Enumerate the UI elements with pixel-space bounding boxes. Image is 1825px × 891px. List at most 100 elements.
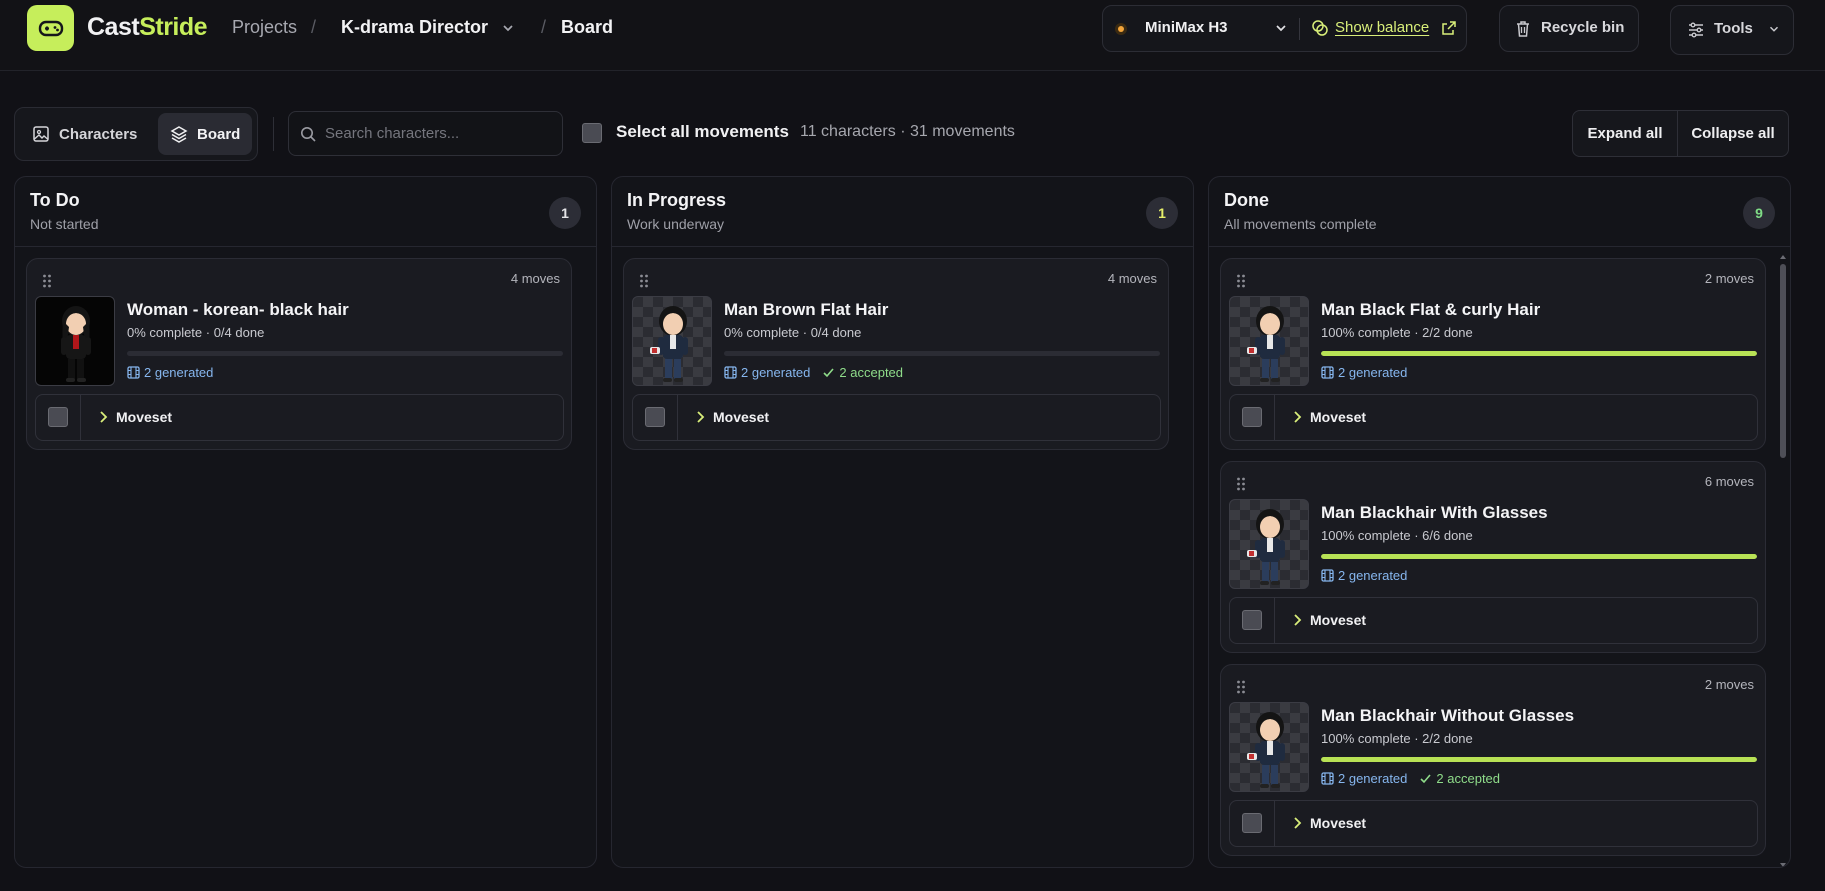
film-icon <box>1321 569 1334 582</box>
film-icon <box>127 366 140 379</box>
expand-all-button[interactable]: Expand all <box>1573 111 1677 156</box>
search-input[interactable] <box>325 112 555 155</box>
character-card[interactable]: 2 moves Man Black Flat & curly Hair 100% … <box>1220 258 1766 450</box>
moveset-label[interactable]: Moveset <box>116 409 172 425</box>
moveset-row[interactable]: Moveset <box>1229 394 1758 441</box>
select-all-checkbox[interactable] <box>582 123 602 143</box>
project-chevron-down-icon[interactable] <box>500 20 516 41</box>
film-icon <box>1321 366 1334 379</box>
select-all-label[interactable]: Select all movements <box>616 122 789 142</box>
moveset-checkbox-cell <box>36 395 81 440</box>
brand-second: Stride <box>139 13 208 41</box>
moveset-checkbox[interactable] <box>48 407 68 427</box>
tab-board[interactable]: Board <box>158 113 252 155</box>
chevron-right-icon[interactable] <box>1290 815 1304 836</box>
moveset-label[interactable]: Moveset <box>713 409 769 425</box>
drag-handle-icon[interactable] <box>1236 274 1246 293</box>
character-name[interactable]: Woman - korean- black hair <box>127 300 349 320</box>
progress-bar-fill <box>1321 351 1757 356</box>
model-status-dot <box>1115 23 1127 35</box>
layers-icon <box>170 125 188 143</box>
woman-character-thumbnail[interactable] <box>35 296 115 386</box>
coins-icon <box>1311 19 1329 42</box>
divider <box>273 117 274 151</box>
moveset-checkbox[interactable] <box>1242 813 1262 833</box>
chevron-right-icon[interactable] <box>1290 409 1304 430</box>
sliders-icon <box>1687 21 1705 44</box>
moveset-row[interactable]: Moveset <box>1229 597 1758 644</box>
board-column: To Do Not started 1 4 moves Woman - korean-… <box>14 176 597 868</box>
generated-count: 2 generated <box>1338 365 1408 380</box>
character-name[interactable]: Man Blackhair Without Glasses <box>1321 706 1574 726</box>
progress-bar <box>127 351 563 356</box>
moveset-checkbox[interactable] <box>1242 407 1262 427</box>
moveset-row[interactable]: Moveset <box>35 394 564 441</box>
drag-handle-icon[interactable] <box>42 274 52 293</box>
character-card[interactable]: 6 moves Man Blackhair With Glasses 100% c… <box>1220 461 1766 653</box>
drag-handle-icon[interactable] <box>1236 477 1246 496</box>
card-stats: 2 generated 2 accepted <box>1321 771 1500 786</box>
recycle-bin-button[interactable]: Recycle bin <box>1499 5 1639 52</box>
character-name[interactable]: Man Blackhair With Glasses <box>1321 503 1548 523</box>
character-name[interactable]: Man Black Flat & curly Hair <box>1321 300 1540 320</box>
card-stats: 2 generated 2 accepted <box>724 365 903 380</box>
man-character-thumbnail[interactable] <box>1229 296 1309 386</box>
chevron-right-icon[interactable] <box>96 409 110 430</box>
character-card[interactable]: 4 moves Woman - korean- black hair 0% com… <box>26 258 572 450</box>
moveset-label[interactable]: Moveset <box>1310 409 1366 425</box>
moveset-checkbox-cell <box>633 395 678 440</box>
tab-characters[interactable]: Characters <box>20 113 153 155</box>
board-column: In Progress Work underway 1 4 moves Man Bro… <box>611 176 1194 868</box>
man-character-thumbnail[interactable] <box>1229 702 1309 792</box>
tools-menu-button[interactable]: Tools <box>1670 5 1794 55</box>
generated-count: 2 generated <box>1338 568 1408 583</box>
moveset-checkbox[interactable] <box>1242 610 1262 630</box>
breadcrumb-project[interactable]: K-drama Director <box>341 17 488 38</box>
card-stats: 2 generated <box>127 365 213 380</box>
tab-board-label: Board <box>197 125 241 143</box>
brand-name[interactable]: CastStride <box>87 13 208 42</box>
moveset-label[interactable]: Moveset <box>1310 612 1366 628</box>
scroll-down-icon[interactable] <box>1779 856 1787 867</box>
moves-count: 4 moves <box>1107 271 1157 286</box>
generated-count: 2 generated <box>1338 771 1408 786</box>
moveset-checkbox[interactable] <box>645 407 665 427</box>
chevron-down-icon[interactable] <box>1273 20 1289 41</box>
brand-first: Cast <box>87 13 140 41</box>
moveset-row[interactable]: Moveset <box>1229 800 1758 847</box>
divider <box>1299 18 1300 40</box>
scrollbar-thumb[interactable] <box>1780 264 1786 458</box>
character-card[interactable]: 2 moves Man Blackhair Without Glasses 100… <box>1220 664 1766 856</box>
top-bar: CastStride Projects / K-drama Director /… <box>0 0 1825 71</box>
man-character-thumbnail[interactable] <box>632 296 712 386</box>
chevron-right-icon[interactable] <box>1290 612 1304 633</box>
accepted-count: 2 accepted <box>839 365 904 380</box>
breadcrumb-projects[interactable]: Projects <box>232 17 297 38</box>
character-name[interactable]: Man Brown Flat Hair <box>724 300 888 320</box>
generated-badge: 2 generated <box>1321 568 1407 583</box>
model-selector[interactable]: MiniMax H3 Show balance <box>1102 5 1467 52</box>
man-character-thumbnail[interactable] <box>1229 499 1309 589</box>
chevron-down-icon <box>1767 22 1781 41</box>
column-scrollbar[interactable] <box>1779 252 1787 867</box>
progress-text: 100% complete · 2/2 done <box>1321 731 1473 746</box>
drag-handle-icon[interactable] <box>1236 680 1246 699</box>
breadcrumb-separator: / <box>541 17 547 37</box>
view-switcher: Characters Board <box>14 107 258 161</box>
progress-bar <box>1321 351 1757 356</box>
check-icon <box>1419 772 1432 785</box>
column-title: To Do <box>30 190 80 210</box>
collapse-all-button[interactable]: Collapse all <box>1678 111 1788 156</box>
moveset-label[interactable]: Moveset <box>1310 815 1366 831</box>
generated-count: 2 generated <box>144 365 214 380</box>
character-card[interactable]: 4 moves Man Brown Flat Hair 0% complete ·… <box>623 258 1169 450</box>
external-link-icon[interactable] <box>1441 20 1457 41</box>
column-header: To Do Not started 1 <box>15 177 596 247</box>
show-balance-link[interactable]: Show balance <box>1335 19 1429 36</box>
board-column: Done All movements complete 9 2 moves Man B… <box>1208 176 1791 868</box>
chevron-right-icon[interactable] <box>693 409 707 430</box>
gamepad-logo-icon[interactable] <box>27 5 74 51</box>
column-count-badge: 9 <box>1743 197 1775 229</box>
drag-handle-icon[interactable] <box>639 274 649 293</box>
moveset-row[interactable]: Moveset <box>632 394 1161 441</box>
